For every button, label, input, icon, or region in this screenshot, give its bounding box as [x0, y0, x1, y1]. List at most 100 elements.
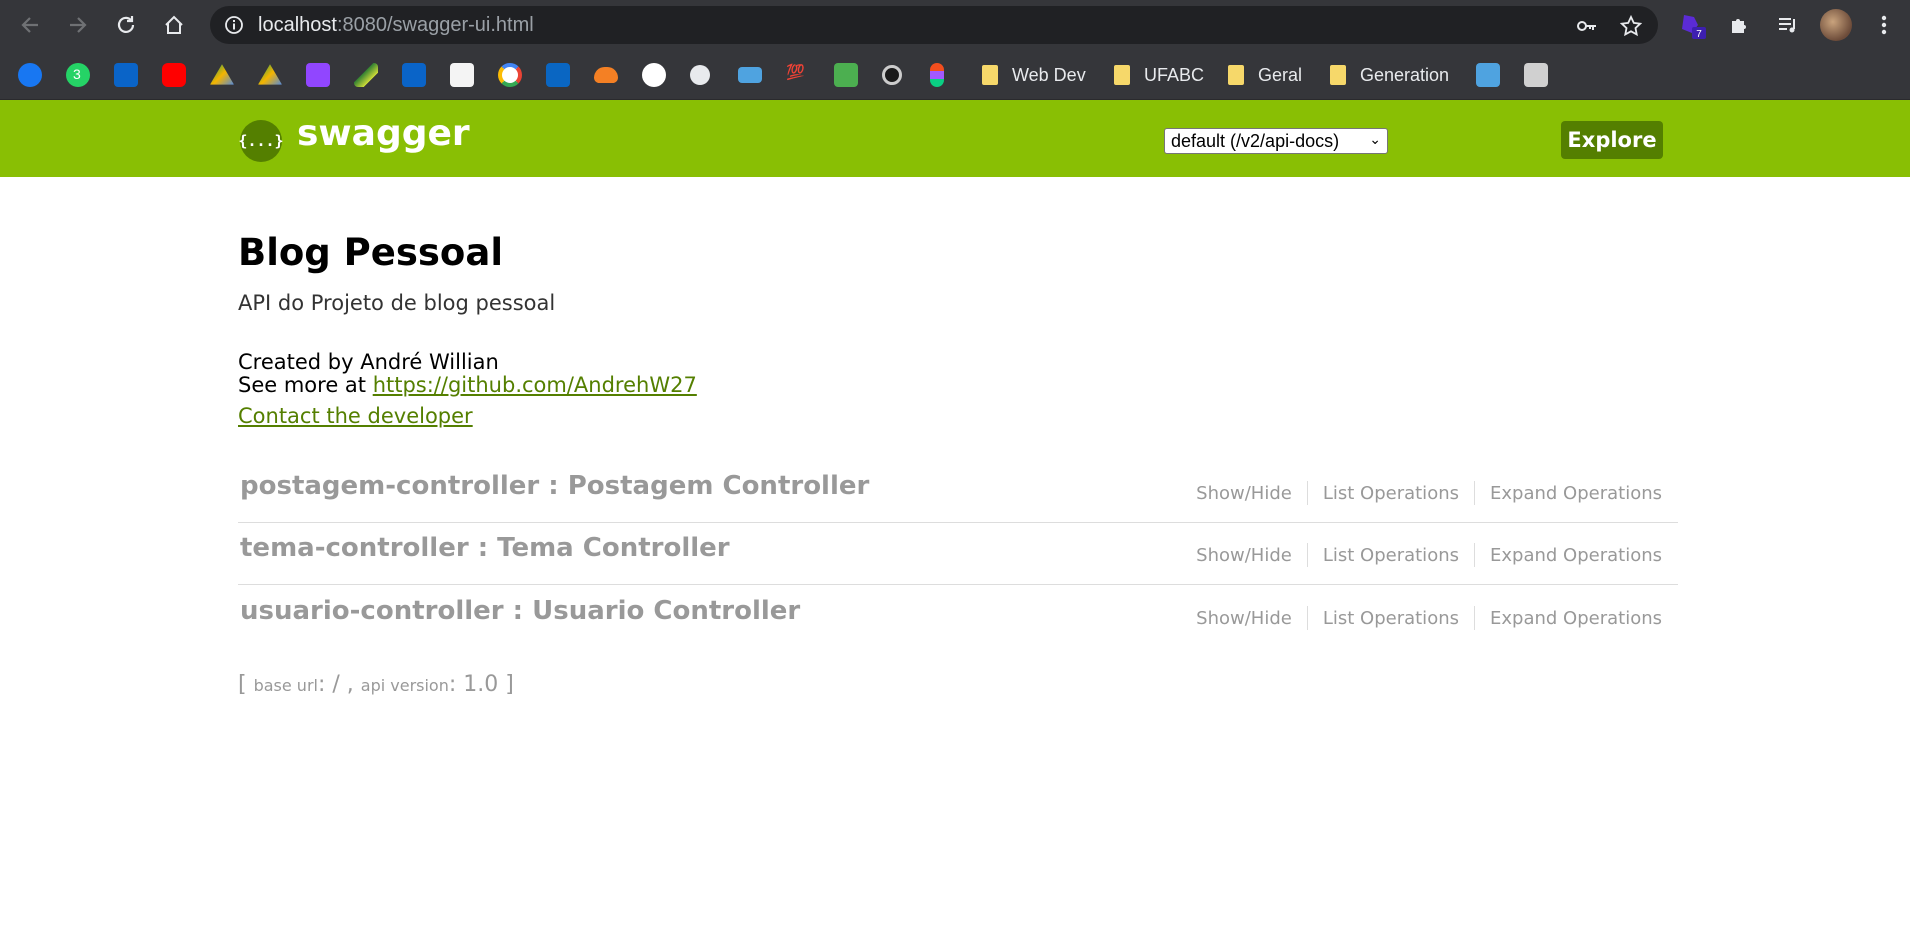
bookmark-pen[interactable]	[354, 62, 378, 88]
swagger-logo-text[interactable]: swagger	[297, 113, 470, 154]
folder-icon	[1114, 65, 1130, 85]
home-button[interactable]	[158, 9, 190, 41]
bookmark-linkedin[interactable]	[546, 62, 570, 88]
folder-label: Generation	[1360, 64, 1450, 85]
twitch-icon	[306, 63, 330, 87]
google-icon	[498, 63, 522, 87]
youtube-icon	[162, 63, 186, 87]
show-hide-link[interactable]: Show/Hide	[1181, 608, 1307, 629]
see-more: See more at https://github.com/AndrehW27	[238, 373, 697, 397]
browser-toolbar: localhost:8080/swagger-ui.html 7	[0, 0, 1910, 50]
reading-list-button[interactable]	[1772, 9, 1804, 41]
url-text[interactable]: localhost:8080/swagger-ui.html	[258, 14, 534, 37]
arrow-left-icon	[21, 17, 38, 33]
w3-icon	[834, 63, 858, 87]
list-operations-link[interactable]: List Operations	[1308, 608, 1474, 629]
figma-icon	[930, 63, 944, 87]
bookmark-s[interactable]	[1476, 62, 1500, 88]
bookmark-cloud[interactable]	[594, 62, 618, 88]
reload-button[interactable]	[110, 9, 142, 41]
bookmark-github[interactable]	[642, 62, 666, 88]
bookmark-notes[interactable]	[1524, 62, 1548, 88]
playlist-icon	[1779, 18, 1795, 33]
bookmark-folder-web-dev[interactable]: Web Dev	[982, 62, 1086, 88]
profile-button[interactable]	[1820, 9, 1852, 41]
folder-label: Geral	[1258, 64, 1303, 85]
github-link[interactable]: https://github.com/AndrehW27	[373, 373, 697, 397]
extension-button[interactable]: 7	[1676, 9, 1708, 41]
bookmark-w3[interactable]	[834, 62, 858, 88]
outlook-icon	[402, 63, 426, 87]
resource-name[interactable]: tema-controller : Tema Controller	[240, 533, 730, 563]
bookmark-folder-ufabc[interactable]: UFABC	[1114, 62, 1204, 88]
extension-badge: 7	[1696, 29, 1702, 39]
bookmark-twitch[interactable]	[306, 62, 330, 88]
bookmark-facebook[interactable]	[18, 62, 42, 88]
kebab-menu-icon	[1881, 15, 1887, 35]
swagger-logo-icon[interactable]: {...}	[238, 120, 284, 162]
reload-icon	[117, 16, 135, 33]
puzzle-icon	[1732, 19, 1746, 33]
outlook-icon	[114, 63, 138, 87]
bookmark-google[interactable]	[498, 62, 522, 88]
s-icon	[1476, 63, 1500, 87]
contact-developer-link[interactable]: Contact the developer	[238, 404, 473, 428]
base-url-label: base url	[253, 676, 318, 695]
resource-usuario: usuario-controller : Usuario Controller …	[238, 592, 1678, 648]
chevron-down-icon: ⌄	[1369, 131, 1381, 147]
expand-operations-link[interactable]: Expand Operations	[1475, 483, 1662, 504]
folder-label: Web Dev	[1012, 64, 1086, 85]
list-operations-link[interactable]: List Operations	[1308, 545, 1474, 566]
explore-button[interactable]: Explore	[1561, 121, 1663, 159]
resource-operations: Show/Hide List Operations Expand Operation…	[1181, 481, 1662, 505]
photos-icon	[450, 63, 474, 87]
openai-icon	[882, 65, 902, 85]
expand-operations-link[interactable]: Expand Operations	[1475, 608, 1662, 629]
bookmark-figma[interactable]	[930, 62, 944, 88]
address-bar[interactable]: localhost:8080/swagger-ui.html	[210, 6, 1658, 44]
pen-icon	[354, 63, 378, 87]
bookmark-outlook[interactable]	[114, 62, 138, 88]
star-icon[interactable]	[1620, 15, 1642, 37]
bookmark-whatsapp[interactable]: 3	[66, 62, 90, 88]
api-title: Blog Pessoal	[238, 231, 503, 274]
expand-operations-link[interactable]: Expand Operations	[1475, 545, 1662, 566]
menu-button[interactable]	[1868, 9, 1900, 41]
bookmark-youtube[interactable]	[162, 62, 186, 88]
bookmark-drive[interactable]	[210, 62, 234, 88]
resource-name[interactable]: postagem-controller : Postagem Controlle…	[240, 471, 869, 501]
bookmark-folder-geral[interactable]: Geral	[1228, 62, 1302, 88]
bookmark-hundred[interactable]: 💯	[786, 62, 805, 88]
linkedin-icon	[546, 63, 570, 87]
list-operations-link[interactable]: List Operations	[1308, 483, 1474, 504]
avatar	[1820, 9, 1852, 41]
show-hide-link[interactable]: Show/Hide	[1181, 483, 1307, 504]
footer-open: [	[238, 672, 254, 697]
spec-select[interactable]: default (/v2/api-docs) ⌄	[1164, 128, 1388, 154]
bookmark-openai[interactable]	[882, 62, 902, 88]
facebook-icon	[18, 63, 42, 87]
laptop-icon	[738, 67, 762, 83]
bookmark-photos[interactable]	[450, 62, 474, 88]
bookmark-folder-generation[interactable]: Generation	[1330, 62, 1449, 88]
info-icon[interactable]	[224, 15, 244, 35]
bookmark-laptop[interactable]	[738, 62, 762, 88]
api-description: API do Projeto de blog pessoal	[238, 291, 556, 315]
whatsapp-icon: 3	[66, 63, 90, 87]
back-button[interactable]	[14, 9, 46, 41]
resource-name[interactable]: usuario-controller : Usuario Controller	[240, 596, 800, 626]
forward-button[interactable]	[62, 9, 94, 41]
bookmark-outlook-2[interactable]	[402, 62, 426, 88]
globe-icon	[690, 65, 710, 85]
bookmark-globe[interactable]	[690, 62, 710, 88]
resource-tema: tema-controller : Tema Controller Show/H…	[238, 529, 1678, 585]
api-version-label: api version	[360, 676, 449, 695]
extensions-button[interactable]	[1724, 9, 1756, 41]
hundred-icon: 💯	[786, 64, 805, 81]
whatsapp-badge: 3	[73, 66, 81, 82]
show-hide-link[interactable]: Show/Hide	[1181, 545, 1307, 566]
folder-icon	[1330, 65, 1346, 85]
home-icon	[165, 15, 183, 34]
bookmark-drive-2[interactable]	[258, 62, 282, 88]
key-icon[interactable]	[1576, 15, 1598, 37]
